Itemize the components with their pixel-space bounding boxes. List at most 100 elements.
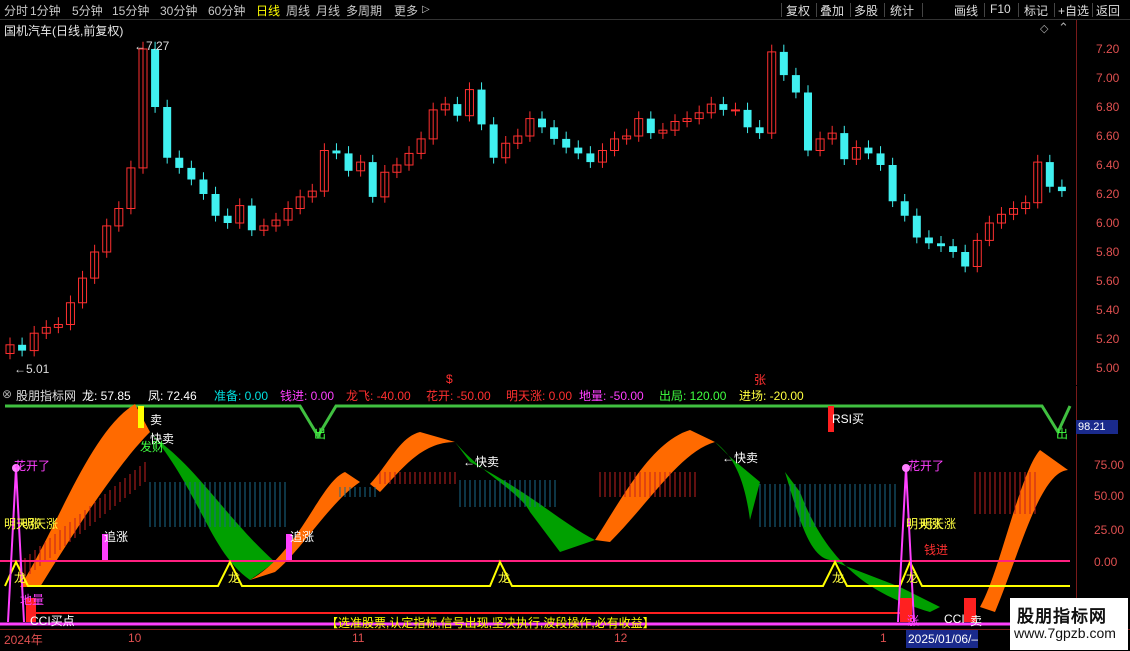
- candle-body: [900, 201, 909, 216]
- candle-body: [211, 194, 220, 216]
- price-tick: 6.20: [1096, 187, 1120, 201]
- dragon-label: 龙: [498, 571, 511, 585]
- statistics-button[interactable]: 统计: [890, 2, 914, 19]
- candle-body: [223, 215, 232, 223]
- period-tab-fenshi[interactable]: 分时: [4, 2, 28, 19]
- chase-up-label: 追涨: [104, 530, 129, 544]
- price-tick: 5.40: [1096, 303, 1120, 317]
- tomorrow-up-label: 明天涨: [22, 517, 59, 531]
- low-price-label: ←5.01: [14, 362, 50, 376]
- period-tab-1min[interactable]: 1分钟: [30, 2, 61, 19]
- divider: [1054, 3, 1055, 17]
- candle-body: [840, 133, 849, 160]
- low-price-value: 5.01: [26, 362, 50, 376]
- chase-up-label: 追涨: [290, 530, 315, 544]
- candle-body: [151, 49, 160, 107]
- indicator-tick: 25.00: [1094, 523, 1125, 537]
- candle-body: [163, 107, 172, 158]
- dragon-label: 龙: [14, 571, 27, 585]
- divider: [816, 3, 817, 17]
- candle-body: [453, 104, 462, 116]
- candle-body: [332, 150, 341, 154]
- price-tick: 6.80: [1096, 100, 1120, 114]
- period-tab-more[interactable]: 更多: [394, 2, 418, 19]
- period-tab-multi[interactable]: 多周期: [346, 2, 382, 19]
- draw-line-button[interactable]: 画线: [954, 2, 978, 19]
- candle-body: [804, 92, 812, 151]
- candle-body: [368, 162, 377, 197]
- period-toolbar: 分时 1分钟 5分钟 15分钟 30分钟 60分钟 日线 周线 月线 多周期 更…: [0, 0, 1130, 20]
- price-tick: 5.00: [1096, 361, 1120, 375]
- more-arrow-icon[interactable]: ▷: [422, 4, 430, 15]
- period-tab-15min[interactable]: 15分钟: [112, 2, 149, 19]
- period-tab-monthly[interactable]: 月线: [316, 2, 340, 19]
- dragon-label: 龙: [228, 571, 241, 585]
- price-tick: 6.60: [1096, 129, 1120, 143]
- divider: [1018, 3, 1019, 17]
- candle-body: [175, 157, 184, 168]
- ribbon-green: [785, 472, 940, 612]
- candle-body: [949, 246, 958, 252]
- divider: [984, 3, 985, 17]
- price-tick: 5.60: [1096, 274, 1120, 288]
- cci-short-label: CCI: [944, 612, 965, 626]
- indicator-tick: 50.00: [1094, 489, 1125, 503]
- cursor-date-badge: 2025/01/06/—: [906, 630, 978, 648]
- price-tick: 7.00: [1096, 71, 1120, 85]
- candle-body: [550, 127, 559, 139]
- candle-body: [912, 215, 921, 238]
- candle-body: [1057, 186, 1066, 192]
- period-tab-60min[interactable]: 60分钟: [208, 2, 245, 19]
- overlay-button[interactable]: 叠加: [820, 2, 844, 19]
- candle-body: [937, 243, 945, 247]
- divider: [1092, 3, 1093, 17]
- candle-body: [538, 118, 546, 128]
- indicator-tick: 75.00: [1094, 458, 1125, 472]
- candle-body: [864, 147, 873, 154]
- period-tab-weekly[interactable]: 周线: [286, 2, 310, 19]
- candle-body: [247, 205, 256, 231]
- multi-stock-button[interactable]: 多股: [854, 2, 878, 19]
- date-label: 1: [880, 631, 887, 645]
- indicator-toggle-icon[interactable]: ⊗: [2, 387, 12, 401]
- date-label: 10: [128, 631, 142, 645]
- chu-label: 出: [314, 427, 327, 441]
- fast-sell-arrow-label: ←快卖: [463, 455, 500, 469]
- period-tab-5min[interactable]: 5分钟: [72, 2, 103, 19]
- candlestick-chart[interactable]: [0, 20, 1076, 386]
- fuquan-button[interactable]: 复权: [786, 2, 810, 19]
- sell-short-label: 卖: [970, 614, 983, 628]
- divider: [781, 3, 782, 17]
- period-tab-30min[interactable]: 30分钟: [160, 2, 197, 19]
- f10-button[interactable]: F10: [990, 2, 1011, 16]
- candle-body: [924, 237, 933, 244]
- candle-body: [719, 104, 728, 110]
- candle-body: [755, 127, 764, 134]
- candle-body: [199, 179, 208, 194]
- period-tab-daily[interactable]: 日线: [256, 2, 280, 19]
- price-axis-line: [1076, 20, 1077, 385]
- watermark-url: www.7gpzb.com: [1014, 625, 1116, 641]
- back-button[interactable]: 返回: [1096, 2, 1120, 19]
- candle-body: [18, 344, 27, 351]
- ribbon-orange: [980, 450, 1068, 612]
- price-tick: 6.40: [1096, 158, 1120, 172]
- date-label: 2024年: [4, 633, 43, 647]
- candle-body: [779, 51, 788, 76]
- mark-button[interactable]: 标记: [1024, 2, 1048, 19]
- fast-sell-arrow-label: ←快卖: [722, 451, 759, 465]
- candle-body: [730, 109, 740, 112]
- indicator-tick: 0.00: [1094, 555, 1118, 569]
- indicator-header: ⊗ 股朋指标网 龙: 57.85 凤: 72.46 准备: 0.00 钱进: 0.00…: [0, 386, 1076, 403]
- ribbon-orange: [370, 432, 455, 492]
- candle-body: [791, 75, 800, 93]
- flower-signal-label: 花开了: [14, 459, 51, 473]
- current-value-badge: 98.21: [1076, 420, 1118, 434]
- candle-body: [344, 153, 353, 171]
- high-price-label: ←7.27: [134, 39, 170, 53]
- dragon-label: 龙: [832, 571, 845, 585]
- dragon-label: 龙: [906, 571, 919, 585]
- candle-body: [876, 153, 885, 165]
- add-watchlist-button[interactable]: +自选: [1058, 2, 1089, 19]
- price-tick: 5.80: [1096, 245, 1120, 259]
